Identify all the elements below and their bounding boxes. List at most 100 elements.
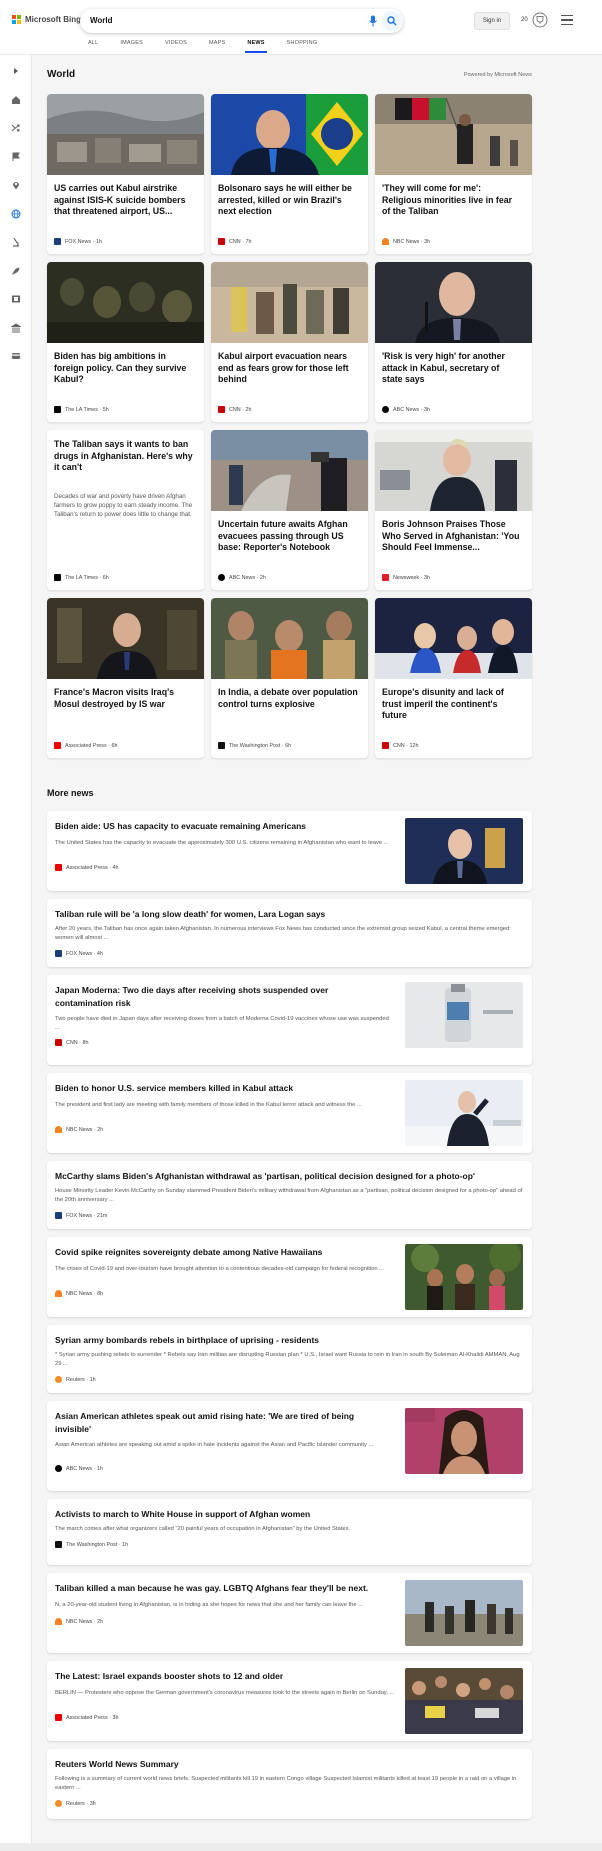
news-headline[interactable]: Europe's disunity and lack of trust impe… xyxy=(382,687,522,722)
news-source[interactable]: The LA Times · 6h xyxy=(54,574,109,581)
tab-shopping[interactable]: SHOPPING xyxy=(287,40,318,54)
news-list-item[interactable]: The Latest: Israel expands booster shots… xyxy=(47,1661,532,1741)
news-source[interactable]: ABC News · 3h xyxy=(382,406,430,413)
news-card[interactable]: France's Macron visits Iraq's Mosul dest… xyxy=(47,598,204,758)
news-source[interactable]: The LA Times · 5h xyxy=(54,406,109,413)
news-source[interactable]: CNN · 2h xyxy=(218,406,251,413)
sign-in-button[interactable]: Sign in xyxy=(474,12,510,30)
news-thumbnail[interactable] xyxy=(405,1080,523,1146)
bank-icon[interactable] xyxy=(10,322,22,334)
news-image[interactable] xyxy=(211,262,368,343)
film-icon[interactable] xyxy=(10,293,22,305)
news-headline[interactable]: Kabul airport evacuation nears end as fe… xyxy=(218,351,358,386)
news-source[interactable]: Associated Press · 4h xyxy=(55,864,118,871)
news-source[interactable]: CNN · 8h xyxy=(55,1039,88,1046)
news-headline[interactable]: The Latest: Israel expands booster shots… xyxy=(55,1670,395,1683)
news-source[interactable]: NBC News · 8h xyxy=(55,1290,103,1297)
news-list-item[interactable]: Reuters World News Summary Following is … xyxy=(47,1749,532,1819)
news-headline[interactable]: Activists to march to White House in sup… xyxy=(55,1508,525,1521)
news-source[interactable]: The Washington Post · 1h xyxy=(55,1541,128,1548)
microphone-icon[interactable] xyxy=(368,15,378,27)
shuffle-icon[interactable] xyxy=(10,122,22,134)
news-list-item[interactable]: Japan Moderna: Two die days after receiv… xyxy=(47,975,532,1065)
news-source[interactable]: Associated Press · 3h xyxy=(55,1714,118,1721)
news-card[interactable]: Boris Johnson Praises Those Who Served i… xyxy=(375,430,532,590)
news-image[interactable] xyxy=(47,262,204,343)
news-headline[interactable]: Japan Moderna: Two die days after receiv… xyxy=(55,984,385,1010)
search-button[interactable] xyxy=(382,11,402,31)
home-icon[interactable] xyxy=(10,94,22,106)
news-source[interactable]: NBC News · 2h xyxy=(55,1126,103,1133)
news-image[interactable] xyxy=(211,430,368,511)
news-headline[interactable]: In India, a debate over population contr… xyxy=(218,687,358,710)
tab-maps[interactable]: MAPS xyxy=(209,40,225,54)
hamburger-menu-icon[interactable] xyxy=(561,15,573,26)
news-source[interactable]: ABC News · 2h xyxy=(218,574,266,581)
globe-icon[interactable] xyxy=(10,208,22,220)
news-image[interactable] xyxy=(47,598,204,679)
news-card[interactable]: Bolsonaro says he will either be arreste… xyxy=(211,94,368,254)
news-headline[interactable]: Taliban killed a man because he was gay.… xyxy=(55,1582,395,1595)
news-headline[interactable]: Biden to honor U.S. service members kill… xyxy=(55,1082,395,1095)
news-image[interactable] xyxy=(375,430,532,511)
news-image[interactable] xyxy=(375,94,532,175)
news-headline[interactable]: Asian American athletes speak out amid r… xyxy=(55,1410,385,1436)
news-source[interactable]: Reuters · 3h xyxy=(55,1800,96,1807)
news-card[interactable]: 'Risk is very high' for another attack i… xyxy=(375,262,532,422)
news-source[interactable]: ABC News · 1h xyxy=(55,1465,103,1472)
news-image[interactable] xyxy=(375,262,532,343)
news-source[interactable]: FOX News · 21m xyxy=(55,1212,107,1219)
news-card[interactable]: 'They will come for me': Religious minor… xyxy=(375,94,532,254)
rewards-points[interactable]: 20 xyxy=(521,17,528,23)
news-source[interactable]: Newsweek · 3h xyxy=(382,574,430,581)
tab-videos[interactable]: VIDEOS xyxy=(165,40,187,54)
news-list-item[interactable]: Covid spike reignites sovereignty debate… xyxy=(47,1237,532,1317)
news-card[interactable]: Biden has big ambitions in foreign polic… xyxy=(47,262,204,422)
news-headline[interactable]: The Taliban says it wants to ban drugs i… xyxy=(54,439,194,474)
news-headline[interactable]: Reuters World News Summary xyxy=(55,1758,525,1771)
news-card[interactable]: The Taliban says it wants to ban drugs i… xyxy=(47,430,204,590)
expand-icon[interactable] xyxy=(10,65,22,77)
news-thumbnail[interactable] xyxy=(405,982,523,1048)
news-source[interactable]: Reuters · 1h xyxy=(55,1376,96,1383)
news-headline[interactable]: Uncertain future awaits Afghan evacuees … xyxy=(218,519,358,554)
news-headline[interactable]: Covid spike reignites sovereignty debate… xyxy=(55,1246,395,1259)
bing-logo[interactable]: Microsoft Bing xyxy=(12,15,81,24)
news-source[interactable]: FOX News · 1h xyxy=(54,238,102,245)
news-headline[interactable]: Boris Johnson Praises Those Who Served i… xyxy=(382,519,522,554)
news-headline[interactable]: Syrian army bombards rebels in birthplac… xyxy=(55,1334,525,1347)
location-icon[interactable] xyxy=(10,179,22,191)
news-list-item[interactable]: McCarthy slams Biden's Afghanistan withd… xyxy=(47,1161,532,1229)
news-image[interactable] xyxy=(375,598,532,679)
search-box[interactable]: World xyxy=(80,9,403,33)
news-thumbnail[interactable] xyxy=(405,1408,523,1474)
news-card[interactable]: Kabul airport evacuation nears end as fe… xyxy=(211,262,368,422)
tab-all[interactable]: ALL xyxy=(88,40,98,54)
news-headline[interactable]: US carries out Kabul airstrike against I… xyxy=(54,183,194,218)
rocket-icon[interactable] xyxy=(10,265,22,277)
news-list-item[interactable]: Asian American athletes speak out amid r… xyxy=(47,1401,532,1491)
news-source[interactable]: CNN · 12h xyxy=(382,742,418,749)
news-thumbnail[interactable] xyxy=(405,1580,523,1646)
powered-by-text[interactable]: Powered by Microsoft News xyxy=(464,72,532,78)
news-card[interactable]: Uncertain future awaits Afghan evacuees … xyxy=(211,430,368,590)
news-image[interactable] xyxy=(47,94,204,175)
news-list-item[interactable]: Biden aide: US has capacity to evacuate … xyxy=(47,811,532,891)
news-image[interactable] xyxy=(211,598,368,679)
news-source[interactable]: NBC News · 2h xyxy=(55,1618,103,1625)
tab-news[interactable]: NEWS xyxy=(245,40,268,54)
news-headline[interactable]: 'Risk is very high' for another attack i… xyxy=(382,351,522,386)
news-card[interactable]: In India, a debate over population contr… xyxy=(211,598,368,758)
microscope-icon[interactable] xyxy=(10,236,22,248)
news-list-item[interactable]: Biden to honor U.S. service members kill… xyxy=(47,1073,532,1153)
news-list-item[interactable]: Taliban killed a man because he was gay.… xyxy=(47,1573,532,1653)
news-source[interactable]: FOX News · 4h xyxy=(55,950,103,957)
news-source[interactable]: NBC News · 3h xyxy=(382,238,430,245)
news-source[interactable]: The Washington Post · 6h xyxy=(218,742,291,749)
news-headline[interactable]: Bolsonaro says he will either be arreste… xyxy=(218,183,358,218)
search-input[interactable]: World xyxy=(90,16,113,25)
news-headline[interactable]: McCarthy slams Biden's Afghanistan withd… xyxy=(55,1170,525,1183)
news-headline[interactable]: France's Macron visits Iraq's Mosul dest… xyxy=(54,687,194,710)
news-headline[interactable]: Biden aide: US has capacity to evacuate … xyxy=(55,820,395,833)
news-headline[interactable]: Taliban rule will be 'a long slow death'… xyxy=(55,908,525,921)
